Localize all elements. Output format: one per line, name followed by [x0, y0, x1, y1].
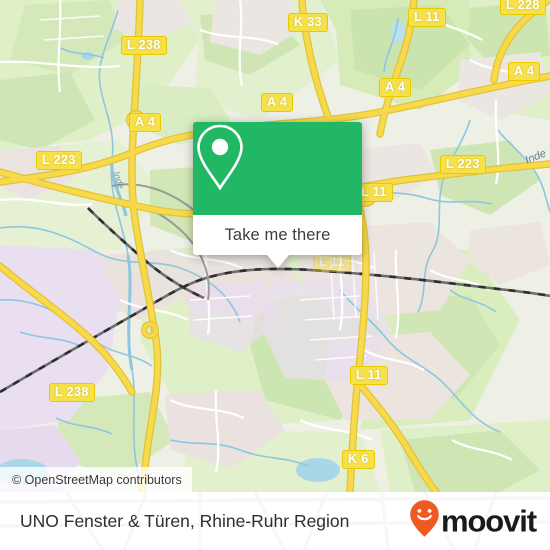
road-shield[interactable]: L 238	[121, 36, 167, 55]
road-shield[interactable]: A 4	[508, 62, 541, 81]
road-shield[interactable]: L 223	[440, 155, 486, 174]
road-shield[interactable]: A 4	[129, 113, 162, 132]
road-shield-obscured: L 11	[313, 253, 351, 272]
map-attribution: © OpenStreetMap contributors	[0, 467, 192, 492]
attribution-text: © OpenStreetMap contributors	[12, 472, 182, 487]
road-shield[interactable]: L 228	[500, 0, 546, 15]
map-screenshot: L 238 K 33 L 11 L 228 A 4 A 4 A 4 A 4 L …	[0, 0, 550, 550]
road-shield[interactable]: L 238	[49, 383, 95, 402]
road-shield[interactable]: A 4	[261, 93, 294, 112]
road-shield[interactable]: L 11	[350, 366, 388, 385]
take-me-there-label: Take me there	[224, 225, 331, 244]
place-title: UNO Fenster & Türen, Rhine-Ruhr Region	[20, 510, 350, 531]
road-shield[interactable]: K 6	[342, 450, 375, 469]
road-shield[interactable]: A 4	[379, 78, 412, 97]
take-me-there-button[interactable]: Take me there	[193, 215, 362, 255]
road-shield[interactable]: L 223	[36, 151, 82, 170]
location-popup-card[interactable]: Take me there	[193, 122, 362, 268]
footer-bar: UNO Fenster & Türen, Rhine-Ruhr Region m…	[0, 492, 550, 550]
moovit-smiling-pin-icon	[409, 500, 440, 543]
popup-tail	[266, 255, 289, 268]
map-canvas[interactable]: L 238 K 33 L 11 L 228 A 4 A 4 A 4 A 4 L …	[0, 0, 550, 492]
road-shield[interactable]: K 33	[288, 13, 329, 32]
moovit-wordmark: moovit	[440, 503, 537, 539]
moovit-logo[interactable]: moovit	[409, 500, 537, 543]
road-shield[interactable]: L 11	[408, 8, 446, 27]
popup-header	[193, 122, 362, 215]
